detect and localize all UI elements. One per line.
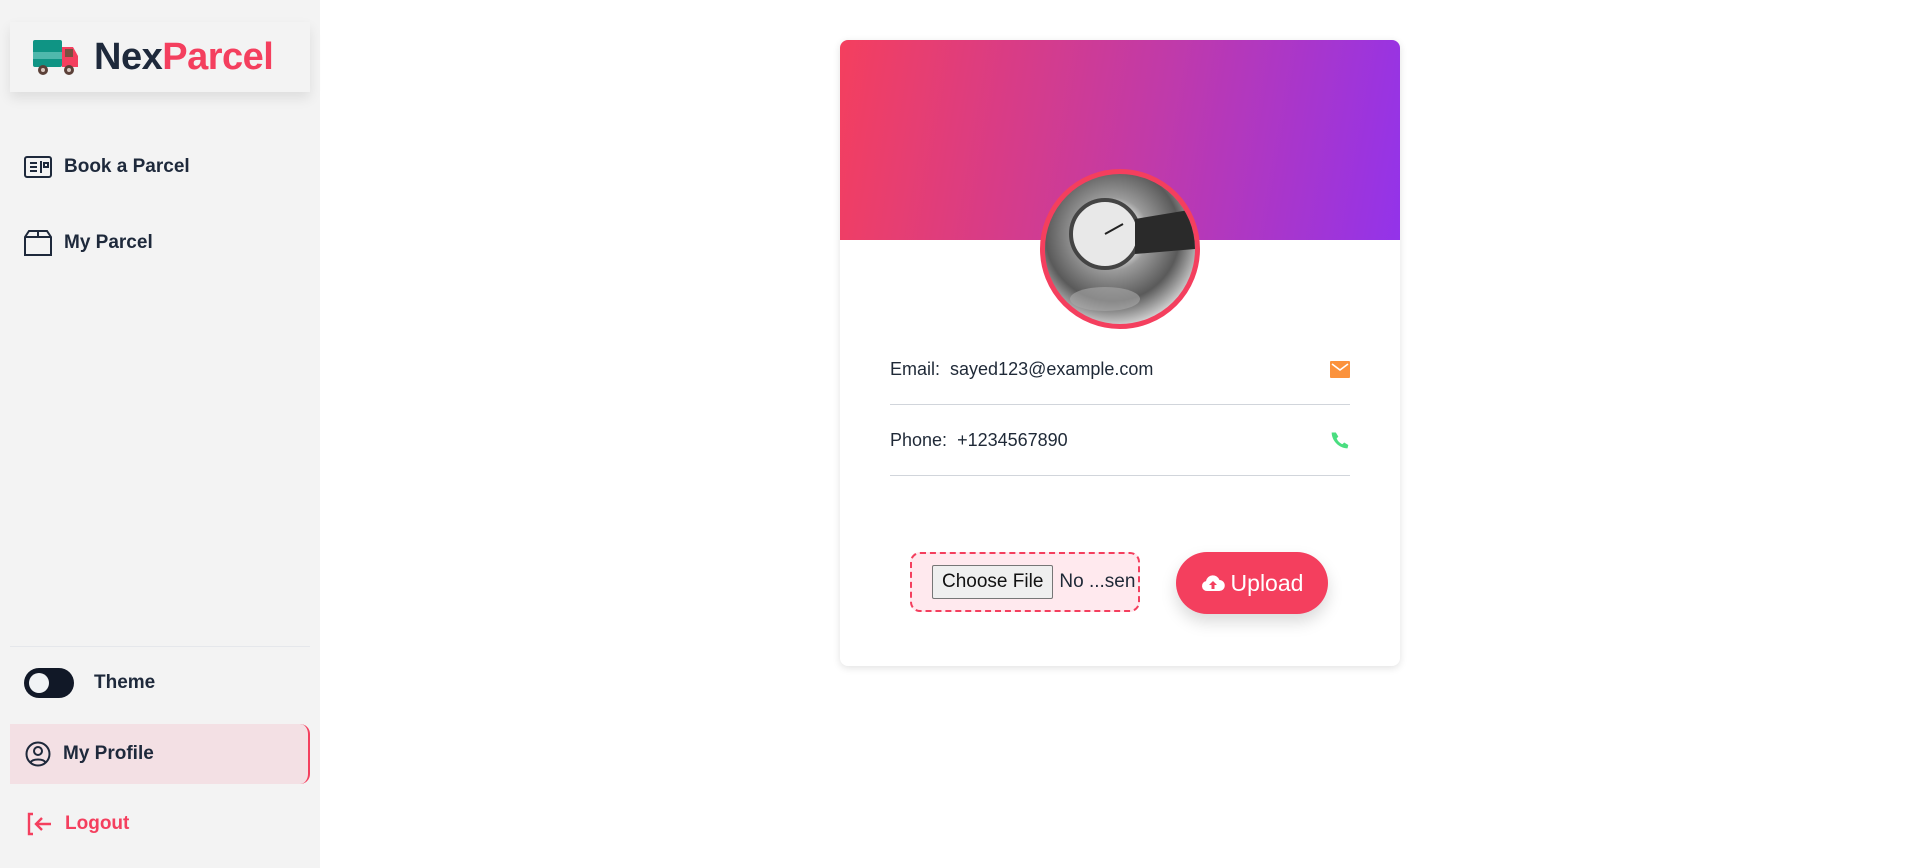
logout-button[interactable]: Logout (27, 812, 129, 836)
upload-label: Upload (1230, 569, 1304, 596)
email-label: Email: (890, 358, 941, 379)
brand-logo[interactable]: NexParcel (10, 22, 310, 92)
phone-row: Phone: +1234567890 (890, 405, 1350, 476)
choose-file-button[interactable]: Choose File (932, 565, 1054, 599)
brand-name: NexParcel (94, 35, 274, 78)
email-row: Email: sayed123@example.com (890, 334, 1350, 405)
booking-icon (24, 156, 52, 178)
profile-card: Email: sayed123@example.com Phone: +1234… (840, 40, 1400, 666)
box-icon (24, 230, 52, 256)
sidebar-item-label: Book a Parcel (64, 156, 190, 177)
envelope-icon (1330, 360, 1350, 378)
sidebar-item-label: My Parcel (64, 232, 153, 253)
logout-label: Logout (65, 813, 130, 834)
phone-value: +1234567890 (957, 429, 1068, 450)
sidebar: NexParcel Book a Parcel My Parcel Theme … (0, 0, 320, 868)
file-status: No ...sen (1059, 571, 1136, 592)
sidebar-item-my-parcel[interactable]: My Parcel (24, 229, 153, 257)
toggle-knob (29, 673, 49, 693)
truck-icon (33, 40, 78, 75)
sidebar-divider (10, 646, 310, 647)
theme-toggle-row[interactable]: Theme (24, 668, 155, 698)
sidebar-item-label: My Profile (63, 743, 154, 764)
phone-label: Phone: (890, 429, 948, 450)
avatar (1040, 169, 1200, 329)
phone-icon (1331, 432, 1349, 449)
logout-icon (27, 812, 51, 836)
upload-button[interactable]: Upload (1176, 552, 1328, 614)
sidebar-item-my-profile[interactable]: My Profile (10, 724, 310, 784)
email-value: sayed123@example.com (950, 358, 1154, 379)
avatar-image (1069, 198, 1195, 311)
theme-toggle[interactable] (24, 668, 74, 698)
file-input[interactable]: Choose File No ...sen (910, 552, 1140, 612)
theme-label: Theme (94, 672, 156, 693)
user-circle-icon (25, 741, 51, 767)
sidebar-item-book-parcel[interactable]: Book a Parcel (24, 156, 190, 178)
cloud-upload-icon (1201, 575, 1225, 592)
